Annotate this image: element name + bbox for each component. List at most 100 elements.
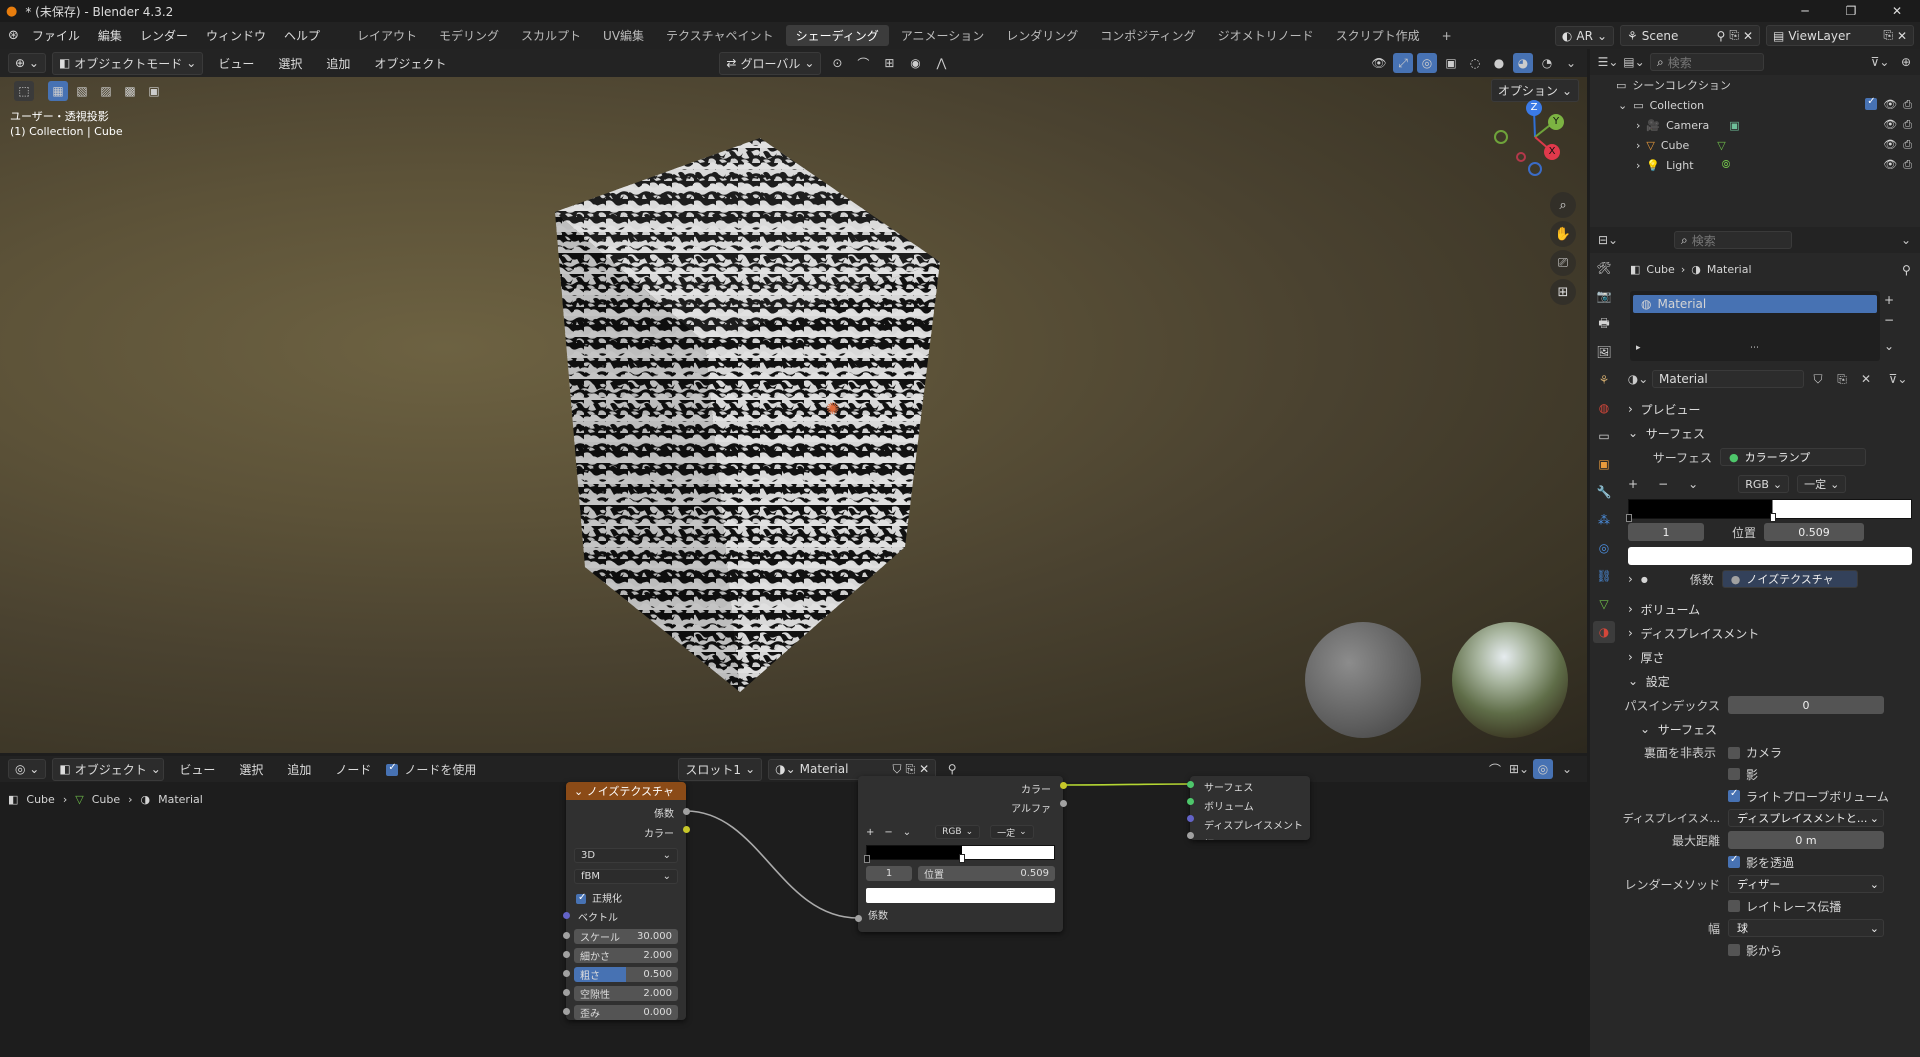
slot-menu-button[interactable]: ⌄ bbox=[1884, 339, 1894, 353]
y-axis-handle[interactable]: Y bbox=[1548, 114, 1564, 130]
collection-row[interactable]: ⌄▭Collection👁⎙ bbox=[1590, 95, 1920, 115]
menu-file[interactable]: ファイル bbox=[23, 27, 89, 44]
wireframe-shading-icon[interactable]: ◌ bbox=[1465, 53, 1485, 73]
shader-type-dropdown[interactable]: ◧ オブジェクト ⌄ bbox=[52, 757, 165, 781]
noise-lacunarity-socket[interactable] bbox=[563, 989, 570, 996]
noise-node-header[interactable]: ⌄ ノイズテクスチャ bbox=[566, 782, 686, 800]
noise-fac-socket[interactable] bbox=[683, 808, 690, 815]
x-axis-handle[interactable]: X bbox=[1544, 144, 1560, 160]
noise-scale-socket[interactable] bbox=[563, 932, 570, 939]
normalize-checkbox[interactable]: 正規化 bbox=[566, 884, 686, 905]
noise-detail-socket[interactable] bbox=[563, 951, 570, 958]
viewport-menu-add[interactable]: 追加 bbox=[317, 55, 359, 72]
backface-shadow-checkbox[interactable]: 影 bbox=[1620, 763, 1920, 785]
outliner-editor-type-icon[interactable]: ☰⌄ bbox=[1598, 52, 1619, 72]
thickness-section-header[interactable]: › 厚さ bbox=[1620, 645, 1920, 669]
remove-slot-button[interactable]: − bbox=[1884, 313, 1894, 327]
tab-compositing[interactable]: コンポジティング bbox=[1090, 25, 1205, 46]
surface-section-header[interactable]: ⌄ サーフェス bbox=[1620, 421, 1920, 445]
proportional-edit-icon[interactable]: ◉ bbox=[905, 53, 925, 73]
output-volume-socket[interactable] bbox=[1187, 798, 1194, 805]
ramp-menu-button[interactable]: ⌄ bbox=[1688, 477, 1698, 491]
ramp-stop-index-field[interactable]: 1 bbox=[866, 866, 912, 881]
node-editor-type-dropdown[interactable]: ◎ ⌄ bbox=[8, 759, 47, 779]
link-type-icon[interactable]: ⊽⌄ bbox=[1888, 369, 1908, 389]
eye-icon[interactable]: 👁 bbox=[1883, 158, 1897, 172]
select-invert-icon[interactable]: ▩ bbox=[120, 81, 140, 101]
mode-dropdown[interactable]: ◧ オブジェクトモード ⌄ bbox=[51, 51, 204, 75]
pan-hand-icon[interactable]: ✋ bbox=[1550, 221, 1576, 247]
tab-layout[interactable]: レイアウト bbox=[347, 25, 427, 46]
noise-vector-socket[interactable] bbox=[563, 912, 570, 919]
tab-rendering[interactable]: レンダリング bbox=[996, 25, 1088, 46]
expand-list-icon[interactable]: ▸ bbox=[1636, 343, 1641, 353]
select-intersect-icon[interactable]: ▣ bbox=[144, 81, 164, 101]
ramp-interp-dropdown[interactable]: 一定 ⌄ bbox=[990, 825, 1034, 839]
ramp-fac-input-socket[interactable] bbox=[855, 915, 862, 922]
displacement-method-dropdown[interactable]: ディスプレイスメントと... ⌄ bbox=[1728, 809, 1884, 827]
slot-dropdown[interactable]: スロット1 ⌄ bbox=[678, 757, 763, 781]
expand-icon[interactable]: › bbox=[1636, 139, 1640, 152]
view-layer-tab-icon[interactable]: 🖼 bbox=[1593, 341, 1615, 363]
ramp-add-stop-button[interactable]: + bbox=[866, 827, 874, 838]
filter-icon[interactable]: ⊽⌄ bbox=[1870, 52, 1890, 72]
tab-scripting[interactable]: スクリプト作成 bbox=[1326, 25, 1430, 46]
node-menu-add[interactable]: 追加 bbox=[278, 761, 320, 778]
ramp-stop-marker-1[interactable] bbox=[959, 854, 966, 863]
render-tab-icon[interactable]: 📷 bbox=[1593, 285, 1615, 307]
ramp-index-field[interactable]: 1 bbox=[1628, 523, 1704, 541]
volume-section-header[interactable]: › ボリューム bbox=[1620, 597, 1920, 621]
thickness-mode-dropdown[interactable]: 球 ⌄ bbox=[1728, 919, 1884, 937]
noise-texture-node[interactable]: ⌄ ノイズテクスチャ 係数 カラー 3D ⌄ fBM ⌄ 正規化 ベクトル スケール… bbox=[566, 782, 686, 1020]
remove-scene-icon[interactable]: ✕ bbox=[1743, 29, 1753, 43]
select-extend-icon[interactable]: ▧ bbox=[72, 81, 92, 101]
color-ramp-node[interactable]: カラー アルファ + − ⌄ RGB ⌄ 一定 ⌄ 1 位置 0.509 係数 bbox=[858, 776, 1063, 932]
data-tab-icon[interactable]: ▽ bbox=[1593, 593, 1615, 615]
use-nodes-check[interactable] bbox=[386, 762, 399, 776]
navigation-gizmo[interactable]: Z Y X bbox=[1488, 92, 1578, 182]
material-output-node[interactable]: サーフェス ボリューム ディスプレイスメント 幅 bbox=[1190, 776, 1310, 840]
select-subtract-icon[interactable]: ▨ bbox=[96, 81, 116, 101]
blender-menu-icon[interactable]: ⊛ bbox=[8, 28, 19, 43]
new-collection-icon[interactable]: ⊕ bbox=[1896, 52, 1916, 72]
viewlayer-selector[interactable]: ▤ ViewLayer ⎘ ✕ bbox=[1766, 25, 1914, 46]
ramp-alpha-socket[interactable] bbox=[1060, 800, 1067, 807]
noise-roughness-field[interactable]: 粗さ 0.500 bbox=[574, 967, 678, 982]
outliner-item-cube[interactable]: › ▽ Cube ▽ 👁 ⎙ bbox=[1590, 135, 1920, 155]
ramp-color-socket[interactable] bbox=[1060, 782, 1067, 789]
noise-color-socket[interactable] bbox=[683, 826, 690, 833]
render-camera-icon[interactable]: ⎙ bbox=[1903, 118, 1912, 132]
overlay-toggle-icon[interactable]: ◎ bbox=[1417, 53, 1437, 73]
settings-section-header[interactable]: ⌄ 設定 bbox=[1620, 669, 1920, 693]
backface-camera-check[interactable] bbox=[1728, 747, 1740, 759]
render-method-dropdown[interactable]: ディザー ⌄ bbox=[1728, 875, 1884, 893]
tab-animation[interactable]: アニメーション bbox=[891, 25, 995, 46]
node-snap-type-icon[interactable]: ⊞⌄ bbox=[1509, 759, 1529, 779]
neg-z-axis-handle[interactable] bbox=[1528, 162, 1542, 176]
node-editor-canvas[interactable]: ◧ Cube › ▽ Cube › ◑ Material ⌄ ノイズテクスチャ 係数 … bbox=[0, 776, 1587, 1057]
xray-icon[interactable]: ▣ bbox=[1441, 53, 1461, 73]
ramp-remove-stop-button[interactable]: − bbox=[1658, 477, 1668, 491]
tab-texture-paint[interactable]: テクスチャペイント bbox=[656, 25, 784, 46]
expand-input-icon[interactable]: › bbox=[1628, 572, 1633, 586]
material-slot-list[interactable]: ◍ Material ▸ ⋯ bbox=[1630, 291, 1880, 361]
node-menu-view[interactable]: ビュー bbox=[170, 761, 224, 778]
properties-search[interactable]: ⌕ 検索 bbox=[1674, 231, 1792, 249]
node-menu-select[interactable]: 選択 bbox=[230, 761, 272, 778]
material-shading-icon[interactable]: ◕ bbox=[1513, 53, 1533, 73]
menu-render[interactable]: レンダー bbox=[131, 27, 197, 44]
expand-icon[interactable]: › bbox=[1636, 159, 1640, 172]
maximize-button[interactable]: ❐ bbox=[1828, 4, 1874, 18]
camera-view-icon[interactable]: ⎚ bbox=[1550, 250, 1576, 276]
ramp-color-mode-dropdown[interactable]: RGB ⌄ bbox=[935, 825, 981, 839]
pivot-icon[interactable]: ⊙ bbox=[827, 53, 847, 73]
ramp-position-field[interactable]: 位置 0.509 bbox=[918, 866, 1055, 881]
fake-user-icon[interactable]: ⛉ bbox=[1808, 369, 1828, 389]
backface-camera-checkbox[interactable]: カメラ bbox=[1728, 744, 1782, 761]
expand-icon[interactable]: › bbox=[1636, 119, 1640, 132]
new-scene-icon[interactable]: ⎘ bbox=[1729, 28, 1739, 43]
snap-target-icon[interactable]: ⊞ bbox=[879, 53, 899, 73]
scene-tab-icon[interactable]: ⚘ bbox=[1593, 369, 1615, 391]
ramp-interp-dropdown[interactable]: 一定 ⌄ bbox=[1797, 475, 1847, 493]
ramp-position-field[interactable]: 0.509 bbox=[1764, 523, 1864, 541]
